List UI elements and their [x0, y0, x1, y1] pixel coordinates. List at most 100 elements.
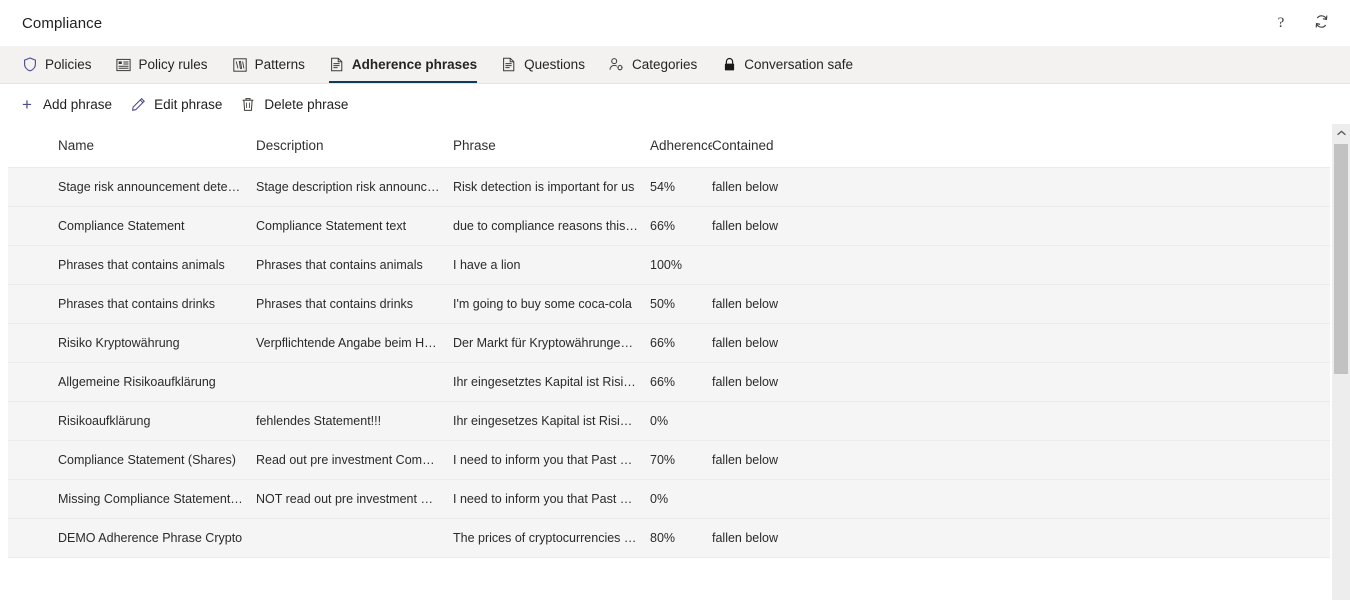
- column-header-phrase[interactable]: Phrase: [453, 138, 650, 153]
- cell-name: Phrases that contains drinks: [58, 297, 216, 311]
- cell-phrase: I'm going to buy some coca-cola: [453, 297, 632, 311]
- tab-label: Policy rules: [138, 57, 208, 72]
- question-mark-icon: ?: [1277, 14, 1285, 31]
- cell-contained: fallen below: [712, 219, 779, 233]
- cell-name: Risikoaufklärung: [58, 414, 151, 428]
- document-text-icon: [329, 57, 345, 73]
- cell-adherence: 70%: [650, 453, 676, 467]
- table-row[interactable]: Allgemeine Risikoaufklärung Ihr eingeset…: [8, 363, 1330, 402]
- cell-description: Verpflichtende Angabe beim Hande...: [256, 336, 453, 350]
- cell-contained: fallen below: [712, 180, 779, 194]
- tab-label: Adherence phrases: [351, 57, 478, 72]
- table-row[interactable]: Risiko Kryptowährung Verpflichtende Anga…: [8, 324, 1330, 363]
- refresh-icon: [1313, 13, 1330, 33]
- table-row[interactable]: DEMO Adherence Phrase Crypto The prices …: [8, 519, 1330, 558]
- cell-phrase: I need to inform you that Past perfo...: [453, 453, 650, 467]
- tab-conversation-safe[interactable]: Conversation safe: [709, 46, 865, 83]
- tab-adherence-phrases[interactable]: Adherence phrases: [317, 46, 489, 83]
- plus-icon: +: [22, 94, 32, 114]
- cell-name: Stage risk announcement detection: [58, 180, 254, 194]
- cell-phrase: I need to inform you that Past perfo...: [453, 492, 650, 506]
- cell-phrase: Ihr eingesetzes Kapital ist Risiken au..…: [453, 414, 650, 428]
- cell-description: Stage description risk announceme...: [256, 180, 453, 194]
- cell-adherence: 66%: [650, 336, 676, 350]
- title-bar: Compliance ?: [0, 0, 1350, 46]
- trash-icon: [240, 96, 256, 112]
- cell-contained: fallen below: [712, 336, 779, 350]
- cell-description: Phrases that contains drinks: [256, 297, 414, 311]
- tab-label: Categories: [631, 57, 698, 72]
- cell-contained: fallen below: [712, 453, 779, 467]
- table-row[interactable]: Stage risk announcement detection Stage …: [8, 168, 1330, 207]
- table-row[interactable]: Phrases that contains animals Phrases th…: [8, 246, 1330, 285]
- person-settings-icon: [609, 57, 625, 73]
- tab-patterns[interactable]: Patterns: [220, 46, 317, 83]
- cell-adherence: 100%: [650, 258, 682, 272]
- tab-policies[interactable]: Policies: [10, 46, 104, 83]
- tab-categories[interactable]: Categories: [597, 46, 709, 83]
- cell-name: Missing Compliance Statement (Sha...: [58, 492, 256, 506]
- delete-phrase-button[interactable]: Delete phrase: [231, 89, 357, 119]
- tab-bar: Policies Policy rules Patterns Adherence…: [0, 46, 1350, 84]
- cell-phrase: Der Markt für Kryptowährungen ist ...: [453, 336, 650, 350]
- list-viewport: Name Description Phrase Adherence Contai…: [0, 124, 1332, 600]
- cell-name: Phrases that contains animals: [58, 258, 225, 272]
- table-row[interactable]: Missing Compliance Statement (Sha... NOT…: [8, 480, 1330, 519]
- lock-icon: [721, 57, 737, 73]
- cell-description: Phrases that contains animals: [256, 258, 423, 272]
- column-header-adherence[interactable]: Adherence: [650, 138, 712, 153]
- table-header-row: Name Description Phrase Adherence Contai…: [8, 124, 1330, 168]
- cell-name: Risiko Kryptowährung: [58, 336, 180, 350]
- cell-adherence: 0%: [650, 414, 669, 428]
- document-text-icon: [501, 57, 517, 73]
- cell-description: NOT read out pre investment Comp...: [256, 492, 453, 506]
- column-header-description[interactable]: Description: [256, 138, 453, 153]
- cell-contained: fallen below: [712, 531, 779, 545]
- pencil-icon: [130, 96, 146, 112]
- refresh-button[interactable]: [1306, 8, 1336, 38]
- cell-name: Compliance Statement (Shares): [58, 453, 236, 467]
- column-header-contained[interactable]: Contained: [712, 138, 832, 153]
- cell-adherence: 0%: [650, 492, 669, 506]
- page-title: Compliance: [22, 14, 103, 32]
- cell-phrase: I have a lion: [453, 258, 521, 272]
- cell-adherence: 80%: [650, 531, 676, 545]
- cell-description: Read out pre investment Complianc...: [256, 453, 453, 467]
- cell-name: Allgemeine Risikoaufklärung: [58, 375, 216, 389]
- table-row[interactable]: Risikoaufklärung fehlendes Statement!!! …: [8, 402, 1330, 441]
- cell-contained: fallen below: [712, 297, 779, 311]
- scroll-up-button[interactable]: [1332, 124, 1350, 141]
- cell-description: Compliance Statement text: [256, 219, 407, 233]
- tab-label: Questions: [524, 57, 585, 72]
- shield-icon: [22, 57, 38, 73]
- cell-adherence: 54%: [650, 180, 676, 194]
- add-phrase-button[interactable]: + Add phrase: [10, 89, 121, 119]
- tab-policy-rules[interactable]: Policy rules: [104, 46, 220, 83]
- list-box-icon: [116, 57, 132, 73]
- command-label: Edit phrase: [154, 96, 223, 112]
- phrase-list-region: Name Description Phrase Adherence Contai…: [0, 124, 1350, 600]
- cell-phrase: due to compliance reasons this call ...: [453, 219, 650, 233]
- cell-name: Compliance Statement: [58, 219, 185, 233]
- cell-description: fehlendes Statement!!!: [256, 414, 382, 428]
- vertical-scrollbar[interactable]: [1332, 124, 1350, 600]
- table-row[interactable]: Compliance Statement (Shares) Read out p…: [8, 441, 1330, 480]
- table-row[interactable]: Compliance Statement Compliance Statemen…: [8, 207, 1330, 246]
- edit-phrase-button[interactable]: Edit phrase: [121, 89, 231, 119]
- help-button[interactable]: ?: [1266, 8, 1296, 38]
- table-row[interactable]: Phrases that contains drinks Phrases tha…: [8, 285, 1330, 324]
- column-header-name[interactable]: Name: [58, 138, 256, 153]
- command-label: Add phrase: [43, 96, 113, 112]
- cell-adherence: 66%: [650, 219, 676, 233]
- tab-questions[interactable]: Questions: [489, 46, 597, 83]
- tab-label: Policies: [45, 57, 92, 72]
- cell-phrase: Risk detection is important for us: [453, 180, 635, 194]
- tab-label: Conversation safe: [744, 57, 854, 72]
- scrollbar-thumb[interactable]: [1334, 144, 1348, 374]
- cell-adherence: 66%: [650, 375, 676, 389]
- scrollbar-track[interactable]: [1332, 141, 1350, 600]
- cell-contained: fallen below: [712, 375, 779, 389]
- cell-phrase: Ihr eingesetztes Kapital ist Risiken a..…: [453, 375, 650, 389]
- command-bar: + Add phrase Edit phrase Delete phrase: [0, 84, 1350, 124]
- list-inner: Name Description Phrase Adherence Contai…: [0, 124, 1332, 558]
